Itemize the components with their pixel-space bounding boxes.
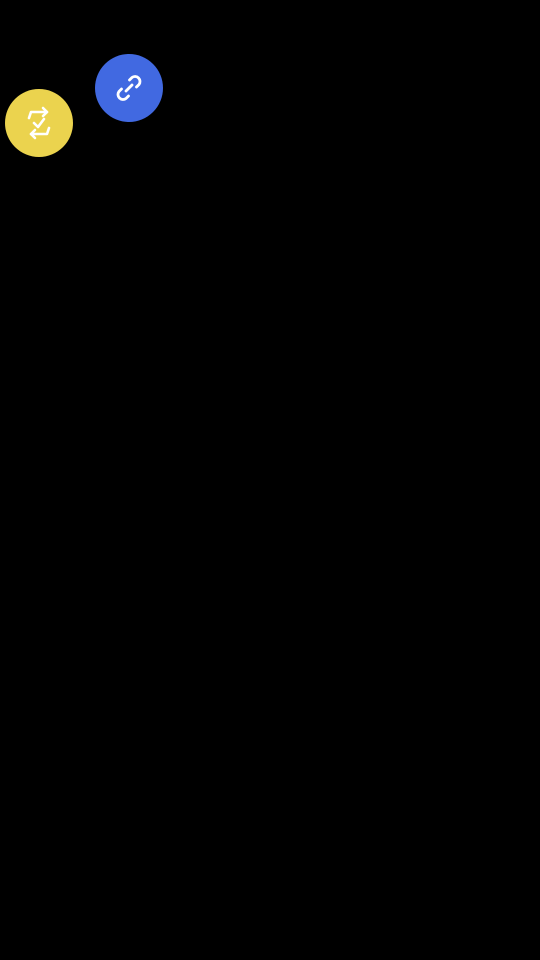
link-icon [107, 66, 151, 110]
screen [0, 0, 540, 960]
link-button[interactable] [95, 54, 163, 122]
sync-check-icon [17, 101, 61, 145]
sync-button[interactable] [5, 89, 73, 157]
